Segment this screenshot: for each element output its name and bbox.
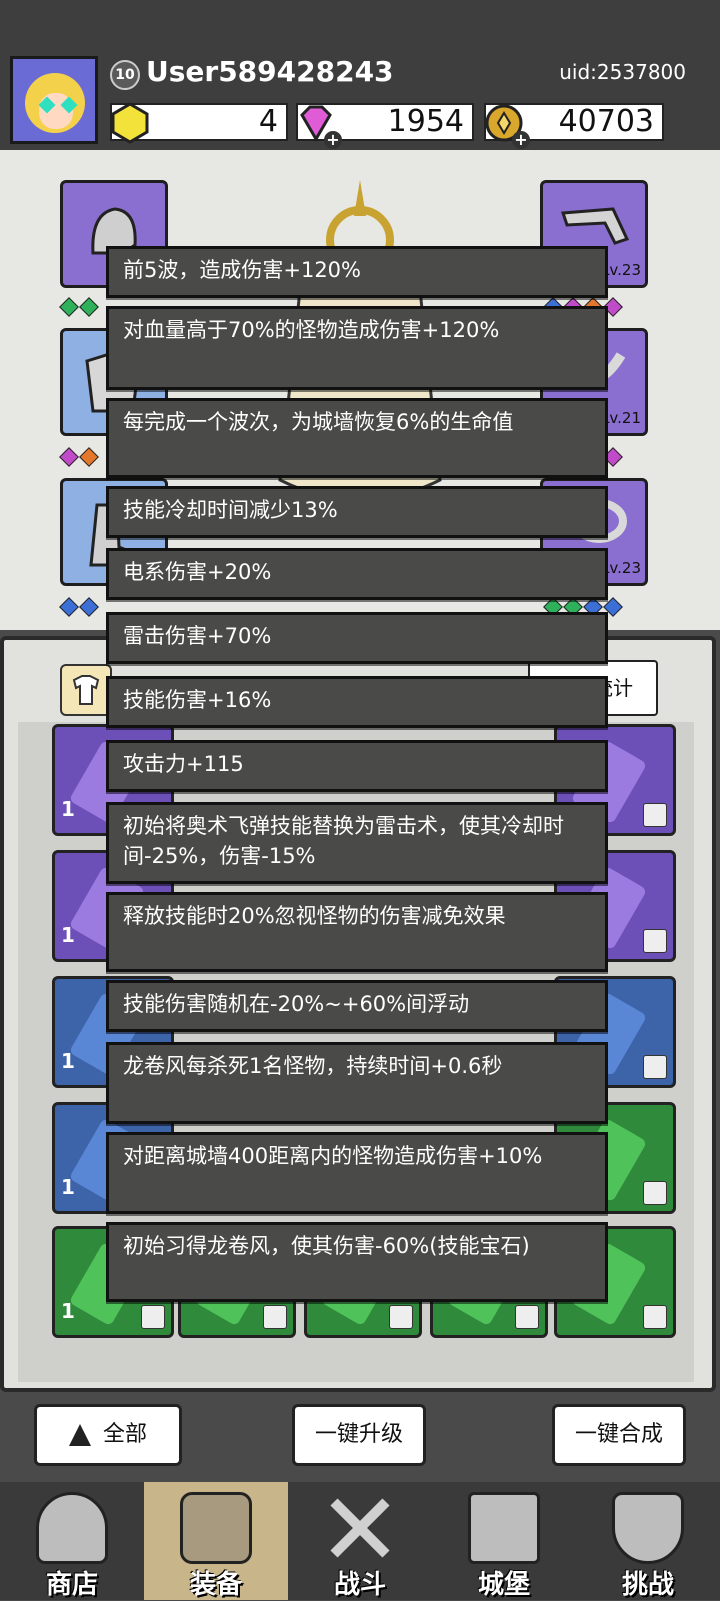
nav-equipment-label: 装备 — [189, 1570, 242, 1600]
coin-counter: + 40703 — [484, 103, 664, 149]
gem-filter-tab[interactable] — [60, 664, 112, 716]
diamond-value: 1954 — [387, 104, 464, 139]
nav-challenge-label: 挑战 — [621, 1570, 674, 1600]
shirt-icon — [72, 675, 100, 705]
nav-shop-label: 商店 — [45, 1570, 98, 1600]
nav-challenge[interactable]: 挑战 — [576, 1482, 720, 1600]
boots-mini-icon — [389, 1305, 413, 1329]
effect-item: 技能冷却时间减少13% — [106, 486, 608, 538]
effect-item: 电系伤害+20% — [106, 548, 608, 600]
player-level-badge: 10 — [110, 60, 140, 90]
gem-slot-icon — [79, 597, 99, 617]
helmet-gem-slots — [59, 297, 99, 318]
add-diamond-button[interactable]: + — [324, 131, 342, 149]
gem-count: 1 — [61, 797, 75, 821]
effect-item: 技能伤害随机在-20%~+60%间浮动 — [106, 980, 608, 1032]
armor-gem-slots — [59, 447, 99, 468]
gem-slot-icon — [79, 297, 99, 317]
armor-mini-icon — [643, 1305, 667, 1329]
armor-mini-icon — [141, 1305, 165, 1329]
nav-equipment[interactable]: 装备 — [144, 1482, 288, 1600]
effect-item: 前5波，造成伤害+120% — [106, 246, 608, 298]
boots-mini-icon — [515, 1305, 539, 1329]
bottom-nav: 商店 装备 战斗 城堡 挑战 — [0, 1482, 720, 1600]
ring-mini-icon — [643, 929, 667, 953]
nav-battle[interactable]: 战斗 — [288, 1482, 432, 1600]
armor-mini-icon — [643, 1181, 667, 1205]
user-uid: uid:2537800 — [559, 60, 686, 84]
nav-castle-label: 城堡 — [477, 1570, 530, 1600]
effect-item: 初始习得龙卷风，使其伤害-60%(技能宝石) — [106, 1222, 608, 1302]
gold-gem-counter: 4 — [110, 102, 288, 144]
nav-castle[interactable]: 城堡 — [432, 1482, 576, 1600]
crossed-swords-icon — [330, 1498, 390, 1558]
effect-item: 初始将奥术飞弹技能替换为雷击术，使其冷却时间-25%，伤害-15% — [106, 802, 608, 884]
gem-slot-icon — [59, 297, 79, 317]
upgrade-all-button[interactable]: 一键升级 — [292, 1404, 426, 1466]
effect-item: 攻击力+115 — [106, 740, 608, 792]
coin-value: 40703 — [558, 104, 654, 139]
gem-count: 1 — [61, 923, 75, 947]
effect-item: 对血量高于70%的怪物造成伤害+120% — [106, 306, 608, 390]
backpack-icon — [180, 1492, 252, 1564]
effect-item: 释放技能时20%忽视怪物的伤害减免效果 — [106, 892, 608, 972]
filter-all-label: 全部 — [102, 1422, 147, 1447]
gem-count: 1 — [61, 1175, 75, 1199]
effect-item: 对距离城墙400距离内的怪物造成伤害+10% — [106, 1132, 608, 1214]
gem-count: 1 — [61, 1299, 75, 1323]
effect-item: 雷击伤害+70% — [106, 612, 608, 664]
filter-all-button[interactable]: 全部 — [34, 1404, 182, 1466]
shop-icon — [36, 1492, 108, 1564]
gold-gem-icon — [111, 102, 149, 144]
ring-mini-icon — [643, 1055, 667, 1079]
top-bar: 10 User589428243 uid:2537800 4 + 1954 + … — [0, 0, 720, 150]
boots-gem-slots — [59, 597, 99, 618]
diamond-counter: + 1954 — [296, 103, 474, 149]
gem-count: 1 — [61, 1049, 75, 1073]
effect-item: 龙卷风每杀死1名怪物，持续时间+0.6秒 — [106, 1042, 608, 1124]
username: User589428243 — [146, 55, 394, 88]
gem-slot-icon — [79, 447, 99, 467]
effect-item: 技能伤害+16% — [106, 676, 608, 728]
gem-slot-icon — [59, 447, 79, 467]
boots-mini-icon — [643, 803, 667, 827]
gold-gem-value: 4 — [258, 104, 278, 139]
avatar[interactable] — [10, 56, 98, 144]
armor-mini-icon — [263, 1305, 287, 1329]
add-coin-button[interactable]: + — [512, 131, 530, 149]
gem-slot-icon — [59, 597, 79, 617]
shield-icon — [612, 1492, 684, 1564]
nav-battle-label: 战斗 — [333, 1570, 386, 1600]
triangle-icon — [68, 1424, 91, 1446]
effect-item: 每完成一个波次，为城墙恢复6%的生命值 — [106, 398, 608, 478]
nav-shop[interactable]: 商店 — [0, 1482, 144, 1600]
merge-all-button[interactable]: 一键合成 — [552, 1404, 686, 1466]
castle-icon — [468, 1492, 540, 1564]
